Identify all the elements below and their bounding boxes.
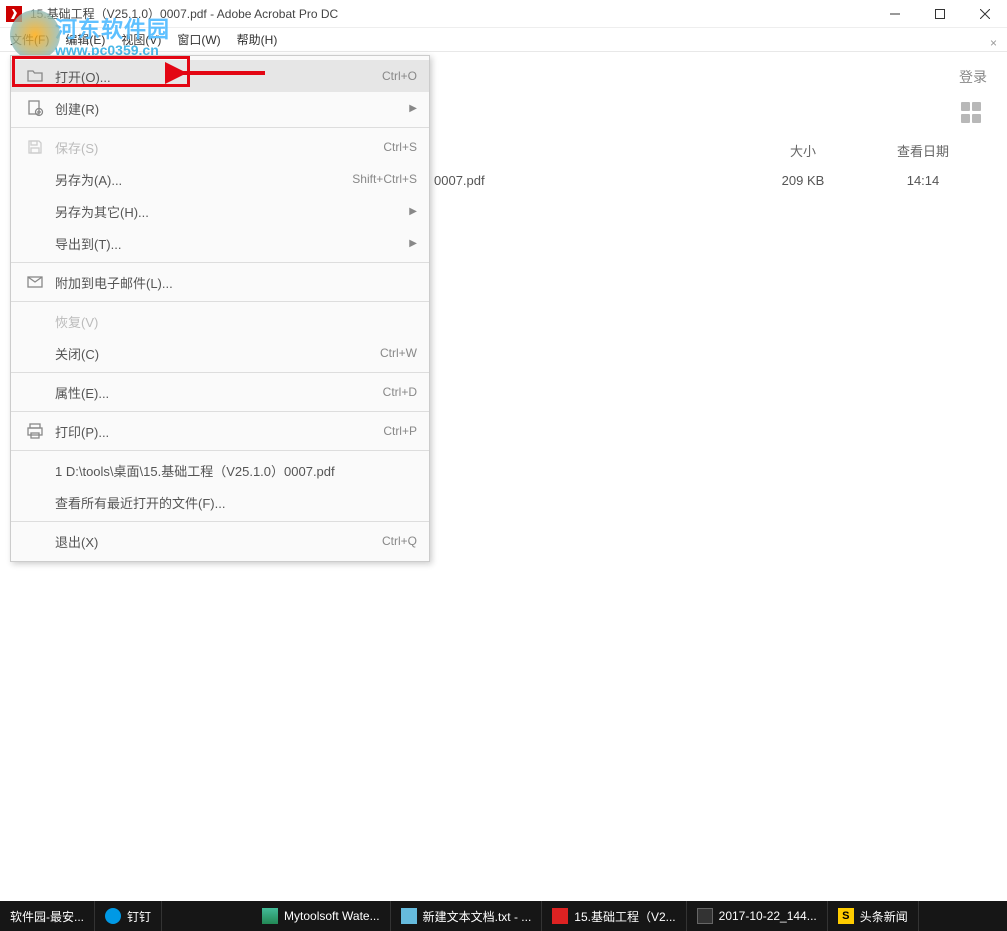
menu-close[interactable]: 关闭(C) Ctrl+W <box>11 337 429 369</box>
taskbar-item-5[interactable]: 15.基础工程（V2... <box>542 901 686 931</box>
minimize-button[interactable] <box>872 0 917 27</box>
menu-separator <box>11 372 429 373</box>
menu-separator <box>11 127 429 128</box>
menu-separator <box>11 450 429 451</box>
save-icon <box>23 135 47 159</box>
col-date-header: 查看日期 <box>863 141 983 160</box>
menu-exit[interactable]: 退出(X) Ctrl+Q <box>11 525 429 557</box>
print-icon <box>23 419 47 443</box>
menu-edit[interactable]: 编辑(E) <box>57 28 113 51</box>
menu-print-label: 打印(P)... <box>55 422 371 441</box>
menu-close-shortcut: Ctrl+W <box>380 346 417 360</box>
submenu-arrow-icon: ▶ <box>409 206 417 217</box>
menu-separator <box>11 301 429 302</box>
window-title: 15.基础工程（V25.1.0）0007.pdf - Adobe Acrobat… <box>30 5 872 22</box>
titlebar: 15.基础工程（V25.1.0）0007.pdf - Adobe Acrobat… <box>0 0 1007 28</box>
menu-attach-label: 附加到电子邮件(L)... <box>55 273 417 292</box>
maximize-button[interactable] <box>917 0 962 27</box>
menu-revert-label: 恢复(V) <box>55 312 417 331</box>
taskbar-label: 2017-10-22_144... <box>719 909 817 923</box>
menu-recent-1[interactable]: 1 D:\tools\桌面\15.基础工程（V25.1.0）0007.pdf <box>11 454 429 486</box>
taskbar-item-1[interactable]: 软件园-最安... <box>0 901 95 931</box>
menu-viewall[interactable]: 查看所有最近打开的文件(F)... <box>11 486 429 518</box>
menu-recent-1-label: 1 D:\tools\桌面\15.基础工程（V25.1.0）0007.pdf <box>55 461 417 480</box>
menu-export-label: 导出到(T)... <box>55 234 397 253</box>
menu-saveother-label: 另存为其它(H)... <box>55 202 397 221</box>
taskbar-item-4[interactable]: 新建文本文档.txt - ... <box>391 901 543 931</box>
notepad-icon <box>401 908 417 924</box>
menu-exit-label: 退出(X) <box>55 532 370 551</box>
menu-viewall-label: 查看所有最近打开的文件(F)... <box>55 493 417 512</box>
menu-saveas-shortcut: Shift+Ctrl+S <box>352 172 417 186</box>
taskbar-label: Mytoolsoft Wate... <box>284 909 380 923</box>
file-size-cell: 209 KB <box>743 173 863 188</box>
pdf-icon <box>552 908 568 924</box>
app-icon <box>4 4 24 24</box>
menu-save-label: 保存(S) <box>55 138 371 157</box>
file-date-cell: 14:14 <box>863 173 983 188</box>
file-dropdown: 打开(O)... Ctrl+O 创建(R) ▶ 保存(S) Ctrl+S 另存为… <box>10 55 430 562</box>
menu-window[interactable]: 窗口(W) <box>169 28 228 51</box>
close-button[interactable] <box>962 0 1007 27</box>
menu-close-label: 关闭(C) <box>55 344 368 363</box>
sogou-icon: S <box>838 908 854 924</box>
menu-save-shortcut: Ctrl+S <box>383 140 417 154</box>
menu-separator <box>11 521 429 522</box>
taskbar: 软件园-最安... 钉钉 Mytoolsoft Wate... 新建文本文档.t… <box>0 901 1007 931</box>
file-name-cell: 0007.pdf <box>434 173 485 188</box>
menu-properties[interactable]: 属性(E)... Ctrl+D <box>11 376 429 408</box>
taskbar-item-6[interactable]: 2017-10-22_144... <box>687 901 828 931</box>
menu-create[interactable]: 创建(R) ▶ <box>11 92 429 124</box>
submenu-arrow-icon: ▶ <box>409 238 417 249</box>
app-icon <box>262 908 278 924</box>
login-link[interactable]: 登录 <box>959 67 987 87</box>
menu-saveas[interactable]: 另存为(A)... Shift+Ctrl+S <box>11 163 429 195</box>
menu-separator <box>11 411 429 412</box>
menu-saveas-label: 另存为(A)... <box>55 170 340 189</box>
open-folder-icon <box>23 64 47 88</box>
menu-properties-label: 属性(E)... <box>55 383 371 402</box>
menu-help[interactable]: 帮助(H) <box>229 28 286 51</box>
taskbar-label: 新建文本文档.txt - ... <box>423 908 532 925</box>
menu-create-label: 创建(R) <box>55 99 397 118</box>
menu-file[interactable]: 文件(F) <box>2 28 57 51</box>
menu-save: 保存(S) Ctrl+S <box>11 131 429 163</box>
create-icon <box>23 96 47 120</box>
col-size-header: 大小 <box>743 141 863 160</box>
panel-close-icon[interactable]: × <box>990 36 997 50</box>
submenu-arrow-icon: ▶ <box>409 103 417 114</box>
menu-open-label: 打开(O)... <box>55 67 370 86</box>
menu-exit-shortcut: Ctrl+Q <box>382 534 417 548</box>
image-icon <box>697 908 713 924</box>
taskbar-label: 15.基础工程（V2... <box>574 908 675 925</box>
menu-export[interactable]: 导出到(T)... ▶ <box>11 227 429 259</box>
window-controls <box>872 0 1007 27</box>
taskbar-label: 头条新闻 <box>860 908 908 925</box>
taskbar-label: 软件园-最安... <box>10 908 84 925</box>
menu-print-shortcut: Ctrl+P <box>383 424 417 438</box>
menu-open-shortcut: Ctrl+O <box>382 69 417 83</box>
menu-separator <box>11 262 429 263</box>
menu-saveother[interactable]: 另存为其它(H)... ▶ <box>11 195 429 227</box>
taskbar-item-7[interactable]: S 头条新闻 <box>828 901 919 931</box>
taskbar-label: 钉钉 <box>127 908 151 925</box>
taskbar-item-2[interactable]: 钉钉 <box>95 901 162 931</box>
grid-view-icon[interactable] <box>961 102 983 124</box>
menu-print[interactable]: 打印(P)... Ctrl+P <box>11 415 429 447</box>
menu-revert: 恢复(V) <box>11 305 429 337</box>
dingtalk-icon <box>105 908 121 924</box>
taskbar-item-3[interactable]: Mytoolsoft Wate... <box>252 901 391 931</box>
menu-attach[interactable]: 附加到电子邮件(L)... <box>11 266 429 298</box>
menu-view[interactable]: 视图(V) <box>113 28 169 51</box>
menubar: 文件(F) 编辑(E) 视图(V) 窗口(W) 帮助(H) <box>0 28 1007 52</box>
menu-open[interactable]: 打开(O)... Ctrl+O <box>11 60 429 92</box>
mail-icon <box>23 270 47 294</box>
menu-properties-shortcut: Ctrl+D <box>383 385 417 399</box>
